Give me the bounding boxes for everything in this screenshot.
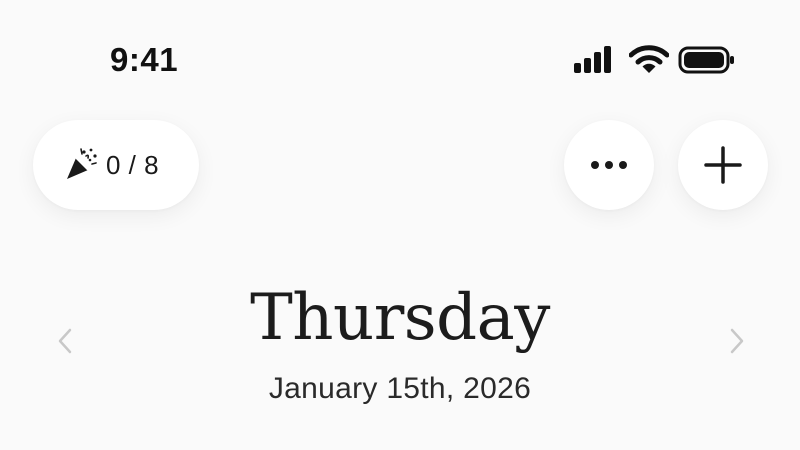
- wifi-icon: [629, 45, 669, 73]
- progress-count: 0 / 8: [106, 150, 160, 180]
- status-time: 9:41: [110, 41, 179, 78]
- day-title: Thursday: [250, 281, 550, 355]
- signal-icon: [574, 46, 611, 73]
- add-button[interactable]: [678, 120, 768, 210]
- battery-icon: [678, 46, 734, 74]
- party-popper-icon: [67, 148, 97, 179]
- ellipsis-icon: [591, 161, 627, 169]
- date-subtitle: January 15th, 2026: [268, 372, 532, 405]
- plus-icon: [704, 146, 742, 184]
- more-options-button[interactable]: [564, 120, 654, 210]
- status-icons: [572, 44, 736, 76]
